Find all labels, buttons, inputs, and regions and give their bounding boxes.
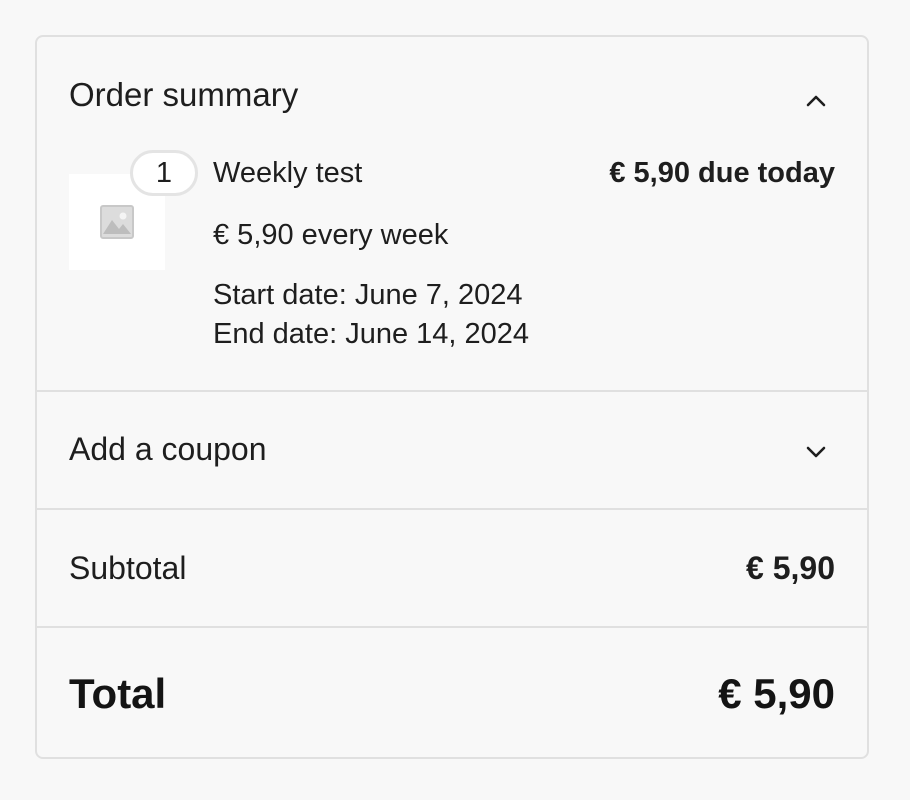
add-coupon-label: Add a coupon: [69, 431, 267, 467]
order-summary-title: Order summary: [69, 76, 299, 113]
order-summary-header[interactable]: Order summary: [37, 37, 867, 127]
chevron-up-icon[interactable]: [802, 87, 830, 115]
image-placeholder-icon: [100, 205, 134, 239]
item-name: Weekly test: [213, 157, 363, 189]
start-date: Start date: June 7, 2024: [213, 279, 523, 311]
total-label: Total: [69, 670, 167, 717]
total-row: Total € 5,90: [37, 628, 867, 757]
quantity-badge: 1: [130, 150, 198, 196]
end-date: End date: June 14, 2024: [213, 318, 530, 350]
price-due-today: € 5,90 due today: [609, 157, 835, 189]
order-summary-panel: Order summary 1 Weekly test € 5,90 due t…: [35, 35, 869, 759]
chevron-down-icon[interactable]: [802, 438, 830, 466]
total-value: € 5,90: [718, 670, 835, 717]
subtotal-row: Subtotal € 5,90: [37, 510, 867, 626]
subtotal-value: € 5,90: [746, 550, 835, 586]
recurring-price: € 5,90 every week: [213, 219, 449, 251]
add-coupon-toggle[interactable]: Add a coupon: [37, 392, 867, 508]
subtotal-label: Subtotal: [69, 550, 187, 586]
